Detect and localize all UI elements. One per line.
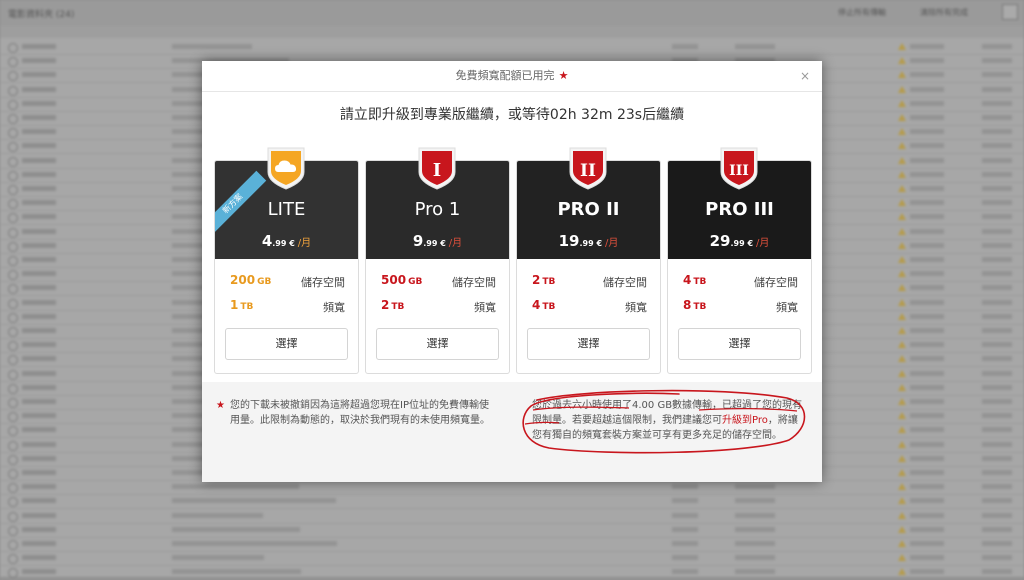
bandwidth-label: 頻寬 [776,301,798,314]
pro-3-shield-icon: III [720,147,758,190]
bandwidth-spec: 1 TB 頻寬 [230,298,345,314]
upgrade-prompt: 請立即升級到專業版繼續，或等待02h 32m 23s后繼續 [339,107,685,123]
storage-spec: 2 TB 儲存空間 [532,273,647,289]
plan-price: 19.99 €/月 [517,231,660,250]
storage-label: 儲存空間 [603,276,647,289]
bandwidth-label: 頻寬 [625,301,647,314]
select-pro-2-button[interactable]: 選擇 [527,328,650,360]
upgrade-to-pro-link[interactable]: 升級到Pro [722,415,768,426]
plan-card-pro-1[interactable]: Pro 1 9.99 €/月 500 GB 儲存空間 2 TB 頻寬 選擇 [365,160,510,374]
storage-value: 2 TB [532,273,556,287]
price-period: /月 [448,238,463,249]
storage-value: 500 GB [381,273,423,287]
background-close-icon [1002,4,1018,20]
star-icon: ★ [558,69,569,82]
dialog-title-text: 免費頻寬配額已用完 [455,69,555,82]
storage-spec: 4 TB 儲存空間 [683,273,798,289]
price-decimal: .99 € [579,239,603,248]
storage-value: 4 TB [683,273,707,287]
background-row [0,480,1024,496]
bandwidth-value: 4 TB [532,298,556,312]
note-star-icon: ★ [216,400,225,411]
bandwidth-spec: 8 TB 頻寬 [683,298,798,314]
plan-name: Pro 1 [414,199,461,220]
bandwidth-value: 1 TB [230,298,254,312]
select-lite-button[interactable]: 選擇 [225,328,348,360]
dialog-title: 免費頻寬配額已用完 ★ [456,69,569,82]
bandwidth-label: 頻寬 [323,301,345,314]
pro-3-badge-label: III [729,163,749,179]
storage-label: 儲存空間 [301,276,345,289]
pro-1-shield-icon: I [418,147,456,190]
background-row [0,523,1024,538]
plan-name: PRO II [557,199,620,220]
background-row [0,565,1024,580]
plan-price: 29.99 €/月 [668,231,811,250]
background-toolbar: 電影資料夾 (24) 停止所有傳輸 清除所有完成 [0,0,1024,26]
ip-limit-note: 您的下載未被撤銷因為這將超過您現在IP位址的免費傳輸使用量。此限制為動態的，取決… [230,400,490,426]
bandwidth-spec: 2 TB 頻寬 [381,298,496,314]
plan-price: 4.99 €/月 [215,231,358,250]
price-period: /月 [756,238,770,249]
background-app-title: 電影資料夾 (24) [8,10,75,20]
close-icon[interactable]: × [800,69,810,83]
storage-label: 儲存空間 [754,276,798,289]
price-decimal: .99 € [730,239,754,248]
storage-value: 200 GB [230,273,272,287]
bandwidth-spec: 4 TB 頻寬 [532,298,647,314]
price-integer: 19 [558,232,580,250]
background-clear-completed-button: 清除所有完成 [920,8,968,17]
background-row [0,40,1024,55]
pro-1-badge-label: I [433,160,441,181]
select-pro-3-button[interactable]: 選擇 [678,328,801,360]
price-integer: 4 [261,232,273,250]
price-decimal: .99 € [423,239,446,248]
dialog-header: 免費頻寬配額已用完 ★ × [202,61,822,91]
dialog-footer: ★ 您的下載未被撤銷因為這將超過您現在IP位址的免費傳輸使用量。此限制為動態的，… [202,382,822,482]
background-row [0,551,1024,567]
cloud-shield-icon [267,147,305,190]
bandwidth-label: 頻寬 [474,301,496,314]
bandwidth-value: 8 TB [683,298,707,312]
plan-name: LITE [267,199,306,220]
price-period: /月 [605,238,619,249]
plan-card-pro-3[interactable]: PRO III 29.99 €/月 4 TB 儲存空間 8 TB 頻寬 選擇 [667,160,812,374]
storage-spec: 200 GB 儲存空間 [230,273,345,289]
price-integer: 29 [709,232,731,250]
usage-note: 您於過去六小時使用了4.00 GB數據傳輸，已超過了您的現有限制量。若要超越這個… [532,398,807,443]
plan-name: PRO III [705,199,774,220]
background-row [0,537,1024,552]
background-row [0,509,1024,524]
plan-card-lite[interactable]: 新方案 LITE 4.99 €/月 200 GB 儲存空間 1 TB 頻寬 選擇 [214,160,359,374]
pro-2-badge-label: II [580,161,596,181]
plan-price: 9.99 €/月 [366,231,509,250]
background-table-header [0,26,1024,38]
price-period: /月 [297,238,312,249]
plan-card-pro-2[interactable]: PRO II 19.99 €/月 2 TB 儲存空間 4 TB 頻寬 選擇 [516,160,661,374]
price-integer: 9 [412,232,424,250]
pro-2-shield-icon: II [569,147,607,190]
bandwidth-value: 2 TB [381,298,405,312]
select-pro-1-button[interactable]: 選擇 [376,328,499,360]
divider [202,91,822,92]
storage-spec: 500 GB 儲存空間 [381,273,496,289]
quota-exceeded-dialog: 免費頻寬配額已用完 ★ × 請立即升級到專業版繼續，或等待02h 32m 23s后… [202,61,822,482]
background-stop-all-button: 停止所有傳輸 [838,8,886,17]
background-row [0,494,1024,510]
price-decimal: .99 € [272,239,295,248]
storage-label: 儲存空間 [452,276,496,289]
